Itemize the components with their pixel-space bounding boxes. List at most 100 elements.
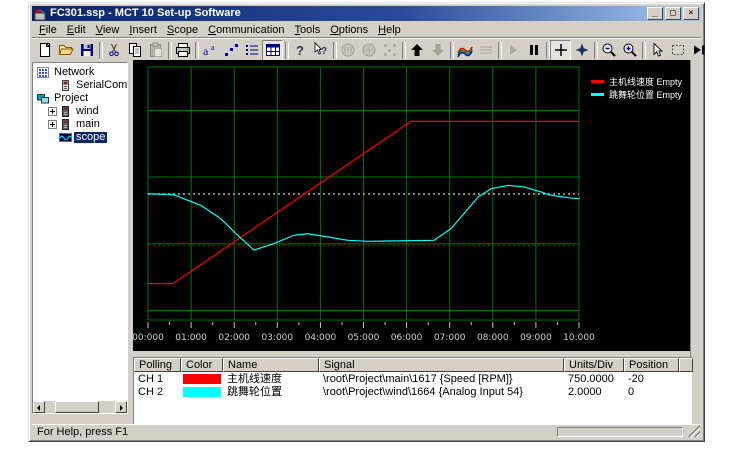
menu-communication[interactable]: Communication bbox=[203, 23, 289, 37]
column-header-filler[interactable] bbox=[679, 358, 693, 372]
svg-text:?: ? bbox=[321, 46, 327, 57]
open-folder-icon[interactable] bbox=[55, 40, 76, 61]
read-from-drive-icon[interactable] bbox=[337, 40, 358, 61]
menu-help[interactable]: Help bbox=[373, 23, 406, 37]
new-document-icon[interactable] bbox=[34, 40, 55, 61]
project-icon bbox=[37, 93, 50, 104]
tree-item-network[interactable]: Network bbox=[35, 66, 127, 78]
tree-horizontal-scrollbar[interactable] bbox=[33, 401, 127, 413]
step-forward-icon[interactable] bbox=[688, 40, 709, 61]
cut-icon[interactable] bbox=[103, 40, 124, 61]
scope-wave-icon bbox=[59, 132, 72, 143]
column-header-color[interactable]: Color bbox=[181, 358, 223, 372]
list-view-icon[interactable] bbox=[241, 40, 262, 61]
pointer-icon[interactable] bbox=[646, 40, 667, 61]
tree-item-main[interactable]: main bbox=[35, 118, 127, 130]
minimize-button[interactable]: _ bbox=[647, 7, 663, 20]
scroll-right-button[interactable] bbox=[115, 401, 127, 413]
toolbar-separator bbox=[166, 40, 172, 61]
scope-canvas[interactable]: 00:00001:00002:00003:00004:00005:00006:0… bbox=[133, 60, 690, 351]
channel-color-swatch bbox=[183, 387, 221, 397]
project-tree-panel: Network SerialCom Project windmain scope bbox=[32, 62, 128, 414]
column-header-name[interactable]: Name bbox=[223, 358, 319, 372]
tree-item-serialcom[interactable]: SerialCom bbox=[35, 79, 127, 91]
toolbar-separator bbox=[193, 40, 199, 61]
menu-view[interactable]: View bbox=[91, 23, 125, 37]
context-help-icon[interactable]: ? bbox=[310, 40, 331, 61]
svg-text:05:000: 05:000 bbox=[348, 333, 380, 343]
toolbar-separator bbox=[283, 40, 289, 61]
play-icon[interactable] bbox=[502, 40, 523, 61]
close-button[interactable]: × bbox=[683, 7, 699, 20]
toolbar: aa?? bbox=[32, 37, 701, 62]
toolbar-separator bbox=[640, 40, 646, 61]
svg-text:09:000: 09:000 bbox=[520, 333, 552, 343]
zoom-in-icon[interactable] bbox=[619, 40, 640, 61]
menu-options[interactable]: Options bbox=[325, 23, 373, 37]
toolbar-separator bbox=[400, 40, 406, 61]
svg-text:07:000: 07:000 bbox=[434, 333, 466, 343]
legend-color-dash bbox=[591, 93, 604, 96]
channel-table-header[interactable]: PollingColorNameSignalUnits/DivPosition bbox=[134, 358, 692, 372]
cell-name: 主机线速度 bbox=[223, 373, 319, 385]
cell-units-div: 750.0000 bbox=[564, 373, 624, 385]
move-down-icon[interactable] bbox=[427, 40, 448, 61]
help-icon[interactable]: ? bbox=[289, 40, 310, 61]
scope-chart-svg: 00:00001:00002:00003:00004:00005:00006:0… bbox=[133, 60, 690, 351]
status-pane bbox=[557, 427, 683, 437]
svg-text:?: ? bbox=[296, 43, 304, 58]
write-to-drive-icon[interactable] bbox=[358, 40, 379, 61]
menu-edit[interactable]: Edit bbox=[62, 23, 91, 37]
paste-icon[interactable] bbox=[145, 40, 166, 61]
column-header-position[interactable]: Position bbox=[624, 358, 679, 372]
compare-icon[interactable] bbox=[379, 40, 400, 61]
channel-row-ch1[interactable]: CH 1主机线速度\root\Project\main\1617 {Speed … bbox=[134, 373, 692, 385]
scroll-left-button[interactable] bbox=[33, 401, 45, 413]
svg-text:02:000: 02:000 bbox=[218, 333, 250, 343]
save-icon[interactable] bbox=[76, 40, 97, 61]
tree-item-label: SerialCom bbox=[74, 80, 128, 91]
move-up-icon[interactable] bbox=[406, 40, 427, 61]
svg-text:a: a bbox=[203, 44, 209, 58]
tree-item-wind[interactable]: wind bbox=[35, 105, 127, 117]
channel-table: PollingColorNameSignalUnits/DivPosition … bbox=[133, 357, 693, 427]
font-size-icon[interactable]: aa bbox=[199, 40, 220, 61]
copy-icon[interactable] bbox=[124, 40, 145, 61]
legend-label: 主机线速度 Empty bbox=[609, 75, 682, 88]
menu-bar: FileEditViewInsertScopeCommunicationTool… bbox=[32, 22, 701, 37]
resize-grip[interactable] bbox=[688, 425, 700, 437]
curves-icon[interactable] bbox=[454, 40, 475, 61]
menu-file[interactable]: File bbox=[34, 23, 62, 37]
column-header-units-div[interactable]: Units/Div bbox=[564, 358, 624, 372]
channel-row-ch2[interactable]: CH 2跳舞轮位置\root\Project\wind\1664 {Analog… bbox=[134, 386, 692, 398]
column-header-signal[interactable]: Signal bbox=[319, 358, 564, 372]
toolbar-separator bbox=[592, 40, 598, 61]
pause-icon[interactable] bbox=[523, 40, 544, 61]
app-icon bbox=[34, 8, 47, 20]
menu-tools[interactable]: Tools bbox=[290, 23, 326, 37]
expand-plus-icon[interactable] bbox=[48, 120, 57, 129]
tree-item-scope[interactable]: scope bbox=[35, 131, 127, 143]
zoom-out-icon[interactable] bbox=[598, 40, 619, 61]
menu-insert[interactable]: Insert bbox=[124, 23, 162, 37]
menu-scope[interactable]: Scope bbox=[162, 23, 203, 37]
column-header-polling[interactable]: Polling bbox=[134, 358, 181, 372]
tree-item-label: scope bbox=[74, 132, 107, 143]
status-bar: For Help, press F1 bbox=[32, 424, 701, 438]
tree-item-project[interactable]: Project bbox=[35, 92, 127, 104]
tracking-cursor-icon[interactable] bbox=[571, 40, 592, 61]
selection-box-icon[interactable] bbox=[667, 40, 688, 61]
title-bar[interactable]: FC301.ssp - MCT 10 Set-up Software _ □ × bbox=[32, 6, 701, 21]
crosshair-icon[interactable] bbox=[550, 40, 571, 61]
expand-plus-icon[interactable] bbox=[48, 107, 57, 116]
scroll-thumb[interactable] bbox=[55, 401, 99, 413]
svg-text:03:000: 03:000 bbox=[261, 333, 293, 343]
tree-item-label: wind bbox=[74, 106, 101, 117]
print-icon[interactable] bbox=[172, 40, 193, 61]
cell-polling: CH 2 bbox=[134, 386, 181, 398]
flat-lines-icon[interactable] bbox=[475, 40, 496, 61]
maximize-button[interactable]: □ bbox=[665, 7, 681, 20]
grid-view-icon[interactable] bbox=[262, 40, 283, 61]
tree-item-label: Project bbox=[52, 93, 90, 104]
scatter-points-icon[interactable] bbox=[220, 40, 241, 61]
